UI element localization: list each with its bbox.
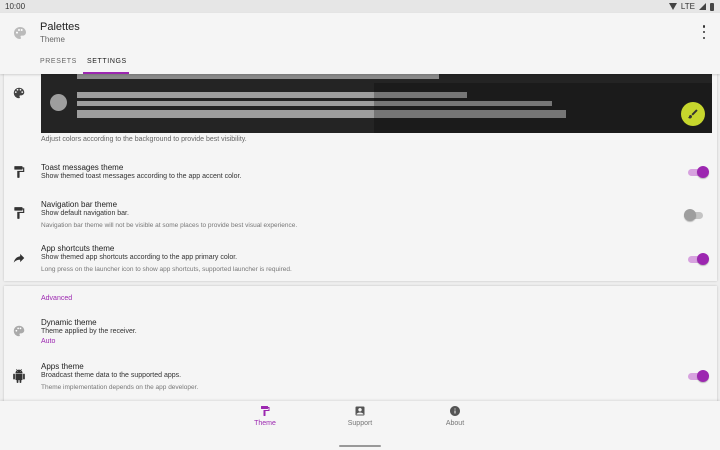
wifi-icon <box>668 3 677 10</box>
bottom-navigation: Theme Support About <box>0 401 720 450</box>
preview-description: Adjust colors according to the backgroun… <box>41 136 247 143</box>
info-icon <box>450 406 460 416</box>
paint-roller-icon <box>261 406 270 416</box>
toast-theme-row[interactable]: Toast messages theme Show themed toast m… <box>4 159 717 189</box>
app-subtitle: Theme <box>40 35 65 44</box>
paint-roller-icon <box>14 166 25 178</box>
preview-avatar <box>50 94 67 111</box>
battery-icon <box>710 2 714 11</box>
status-time: 10:00 <box>5 2 26 11</box>
brush-icon <box>688 109 698 119</box>
dynamic-theme-row[interactable]: Dynamic theme Theme applied by the recei… <box>4 314 717 348</box>
nav-item-support[interactable]: Support <box>330 405 390 427</box>
setting-title: Apps theme <box>41 362 84 371</box>
app-logo-icon <box>14 27 26 39</box>
tab-settings[interactable]: SETTINGS <box>87 58 127 65</box>
setting-subtitle: Show themed app shortcuts according to t… <box>41 254 238 261</box>
setting-subtitle: Show default navigation bar. <box>41 210 129 217</box>
navigation-bar-theme-switch[interactable] <box>684 209 704 221</box>
setting-title: Dynamic theme <box>41 318 97 327</box>
setting-note: Navigation bar theme will not be visible… <box>41 222 298 229</box>
app-bar: Palettes Theme PRESETS SETTINGS <box>0 13 720 74</box>
navigation-bar-theme-row[interactable]: Navigation bar theme Show default naviga… <box>4 196 717 232</box>
settings-card: Adjust colors according to the backgroun… <box>4 74 717 281</box>
setting-title: Toast messages theme <box>41 163 124 172</box>
setting-value: Auto <box>41 338 56 345</box>
setting-title: App shortcuts theme <box>41 244 115 253</box>
preview-shade <box>374 83 712 133</box>
tab-indicator <box>83 72 129 74</box>
nav-label: Theme <box>254 420 276 427</box>
status-bar: 10:00 LTE <box>0 0 720 13</box>
advanced-card: Advanced Dynamic theme Theme applied by … <box>4 286 717 404</box>
nav-label: About <box>445 420 465 427</box>
nav-item-about[interactable]: About <box>425 405 485 427</box>
app-shortcuts-theme-switch[interactable] <box>688 253 709 265</box>
setting-subtitle: Theme applied by the receiver. <box>41 328 137 335</box>
palette-icon <box>13 87 25 99</box>
section-header-advanced: Advanced <box>41 295 73 302</box>
setting-note: Long press on the launcher icon to show … <box>41 266 292 273</box>
nav-label: Support <box>347 420 373 427</box>
preview-top-bar <box>77 74 439 79</box>
nav-item-theme[interactable]: Theme <box>235 405 295 427</box>
signal-icon <box>699 3 706 10</box>
gesture-home-bar[interactable] <box>339 445 381 447</box>
apps-theme-row[interactable]: Apps theme Broadcast theme data to the s… <box>4 358 717 394</box>
overflow-menu-icon[interactable] <box>698 25 710 39</box>
setting-note: Theme implementation depends on the app … <box>41 384 199 391</box>
tab-presets[interactable]: PRESETS <box>40 58 77 65</box>
theme-preview[interactable] <box>41 74 712 133</box>
app-title: Palettes <box>40 21 80 33</box>
paint-roller-icon <box>14 207 25 219</box>
palette-icon <box>13 325 25 337</box>
android-icon <box>13 369 25 383</box>
edit-fab[interactable] <box>681 102 705 126</box>
share-arrow-icon <box>13 253 25 263</box>
contact-icon <box>355 406 365 416</box>
apps-theme-switch[interactable] <box>688 370 709 382</box>
toast-theme-switch[interactable] <box>688 166 709 178</box>
app-shortcuts-theme-row[interactable]: App shortcuts theme Show themed app shor… <box>4 240 717 278</box>
setting-title: Navigation bar theme <box>41 200 118 209</box>
setting-subtitle: Broadcast theme data to the supported ap… <box>41 372 182 379</box>
status-icons: LTE <box>668 2 714 11</box>
setting-subtitle: Show themed toast messages according to … <box>41 173 242 180</box>
network-type: LTE <box>680 2 695 11</box>
